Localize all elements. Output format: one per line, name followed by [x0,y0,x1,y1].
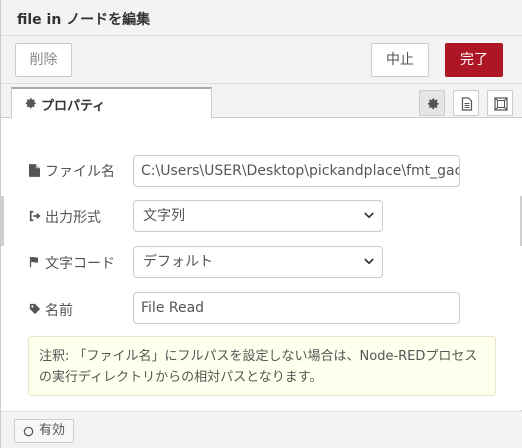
document-icon [461,97,473,111]
chevron-down-icon [364,212,374,219]
flag-icon [29,256,38,268]
edit-tray: file in ノードを編集 削除 中止 完了 プロパティ ファイル名 C:\U… [0,0,522,448]
enabled-toggle[interactable]: 有効 [14,419,74,443]
tray-toolbar: 削除 中止 完了 [1,36,522,84]
tab-properties-label: プロパティ [41,99,106,114]
properties-tab-button[interactable] [419,90,445,116]
description-tab-button[interactable] [453,90,479,116]
appearance-tab-button[interactable] [487,90,513,116]
circle-icon [23,426,34,437]
tray-footer: 有効 [1,411,522,448]
gear-icon [427,98,439,110]
gear-icon [25,98,36,109]
cancel-button[interactable]: 中止 [371,43,429,77]
encoding-select-value: デフォルト [143,254,213,270]
tray-header: file in ノードを編集 [1,0,522,36]
format-select-value: 文字列 [143,208,185,224]
done-button[interactable]: 完了 [445,43,503,77]
delete-button[interactable]: 削除 [15,43,72,77]
name-input[interactable]: File Read [133,292,460,324]
file-icon [29,164,40,177]
frame-icon [494,97,508,111]
enabled-toggle-label: 有効 [39,423,66,438]
left-resize-handle[interactable] [1,196,4,246]
sign-out-icon [29,210,41,222]
tray-title: file in ノードを編集 [17,12,151,28]
chevron-down-icon [364,258,374,265]
tag-icon [29,303,41,315]
path-tip-note: 注釈: 「ファイル名」にフルパスを設定しない場合は、Node-REDプロセスの実… [28,336,496,396]
format-select[interactable]: 文字列 [133,200,383,232]
encoding-select[interactable]: デフォルト [133,246,383,278]
tab-properties[interactable]: プロパティ [11,87,212,119]
filename-input[interactable]: C:\Users\USER\Desktop\pickandplace\fmt_g… [133,155,460,187]
